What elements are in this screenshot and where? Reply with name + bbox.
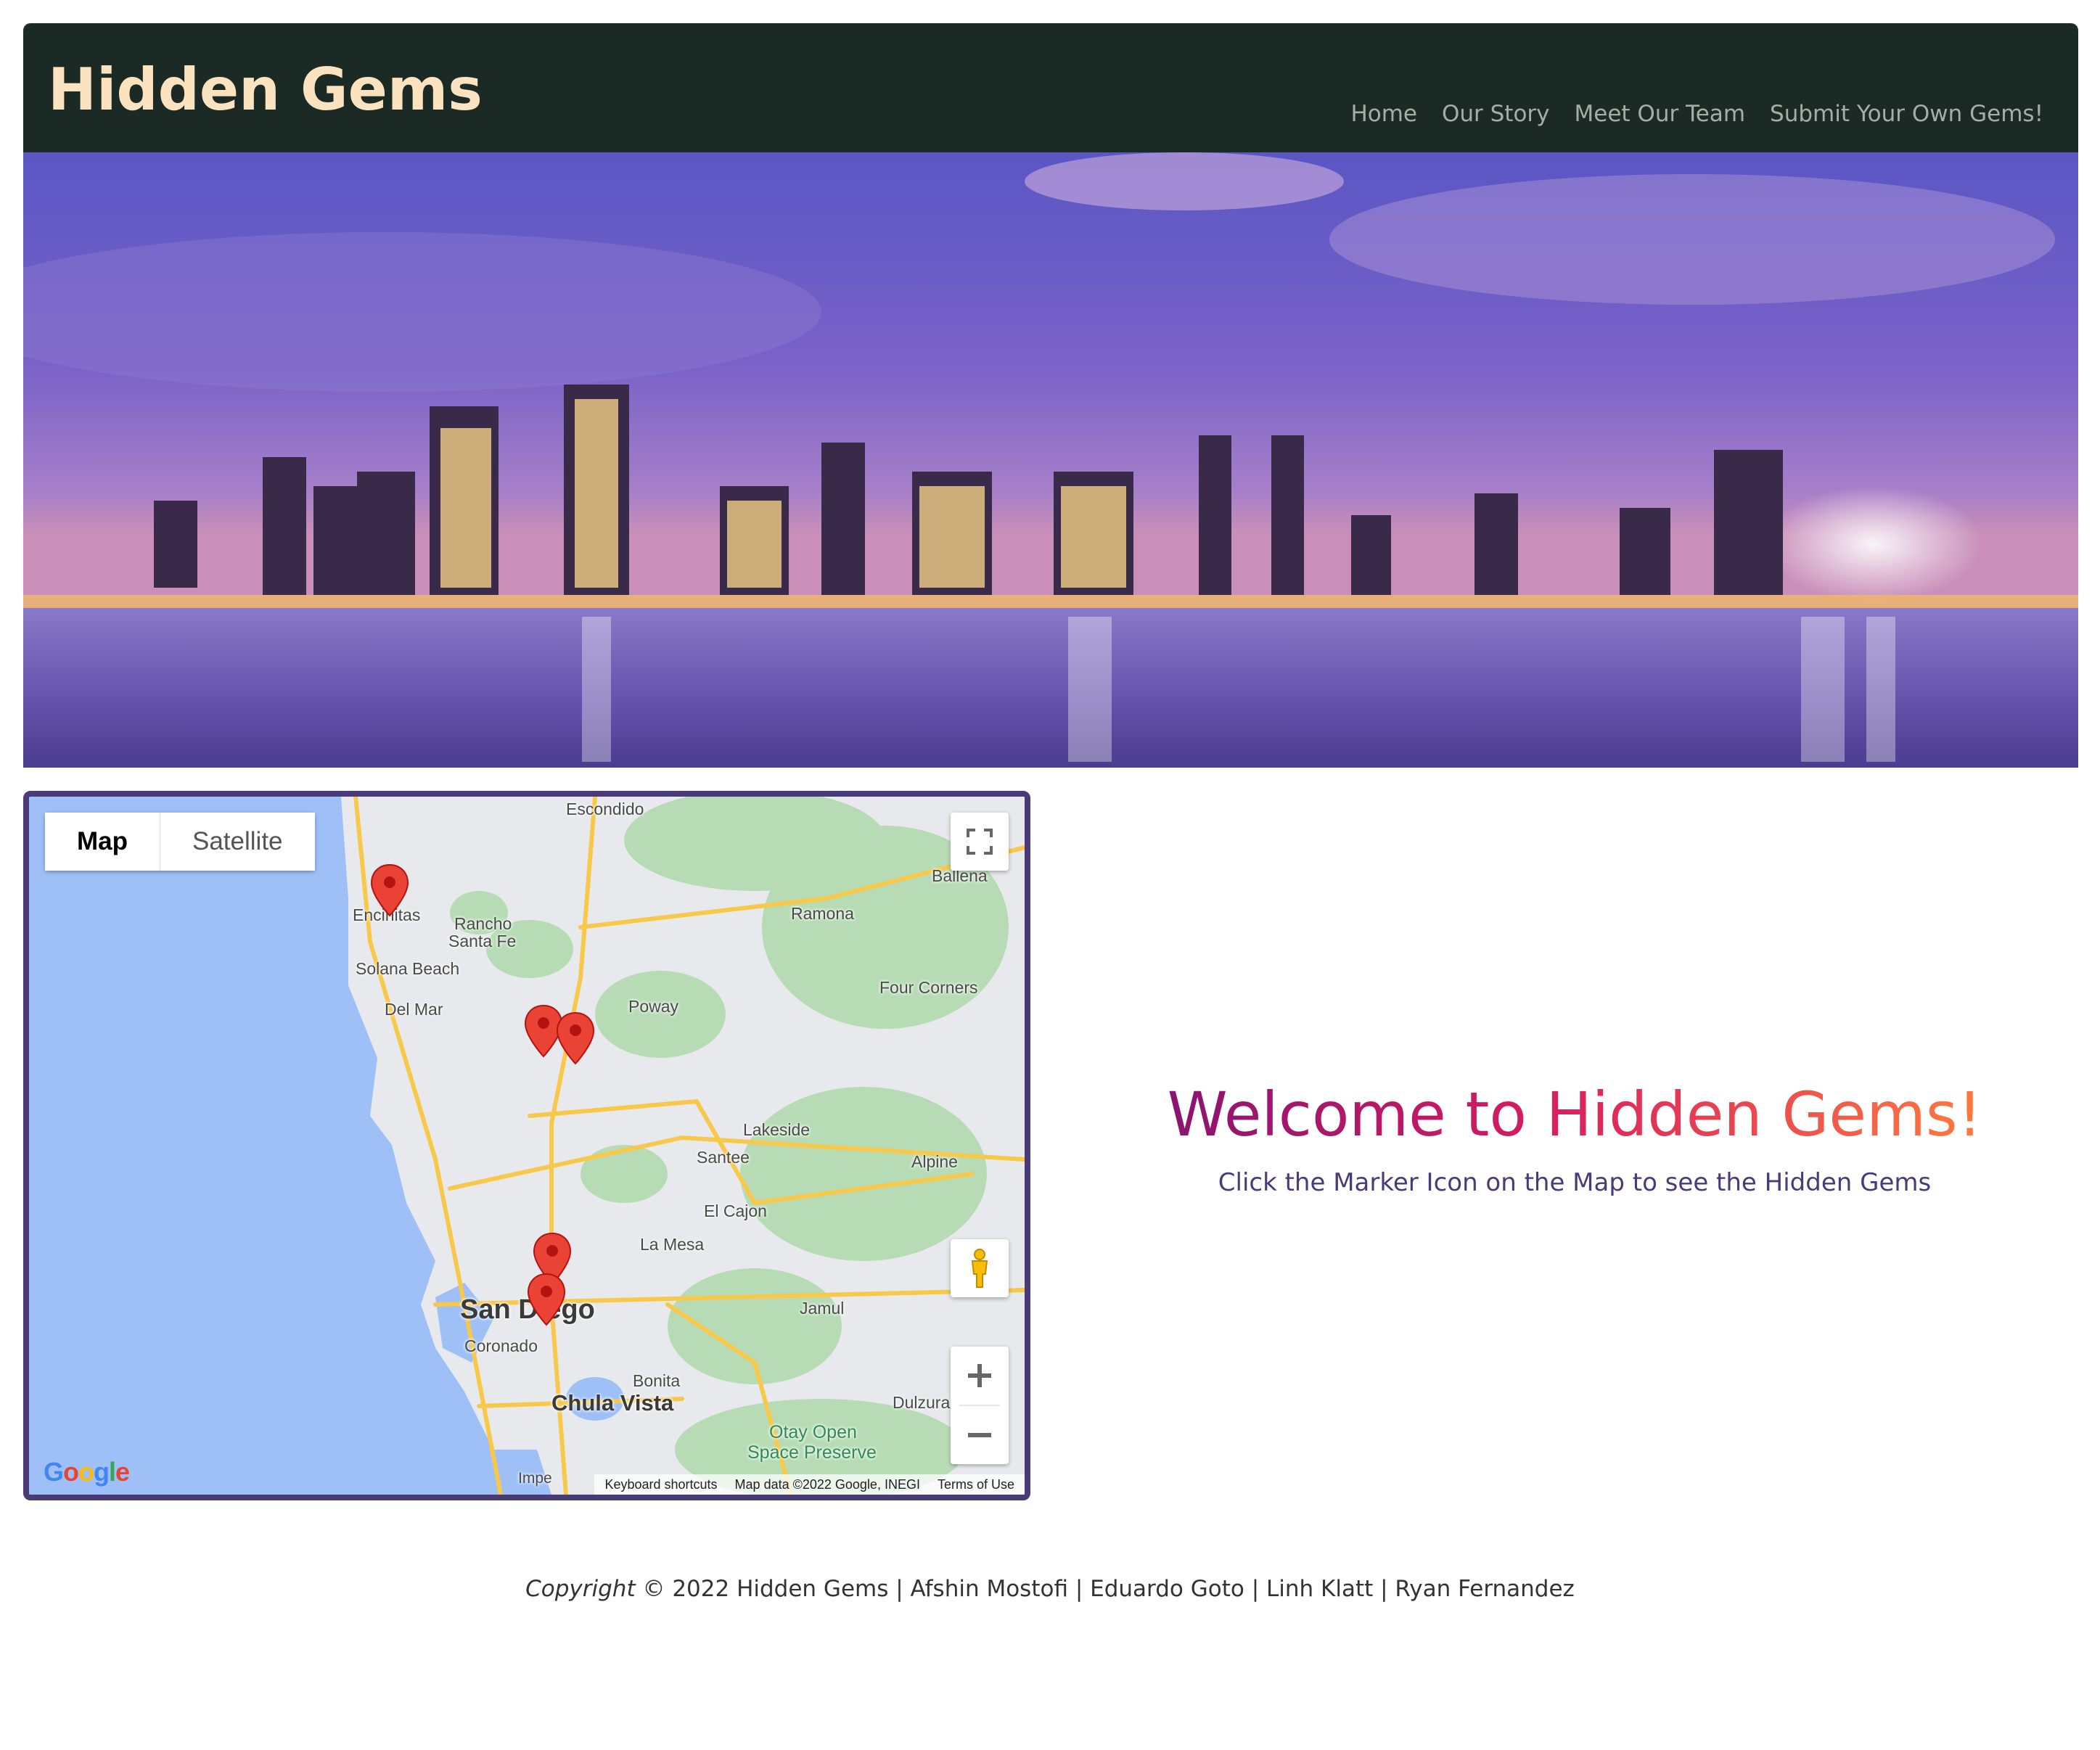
map-label-santee: Santee xyxy=(697,1148,750,1167)
welcome-section: Welcome to Hidden Gems! Click the Marker… xyxy=(1088,1079,2061,1198)
zoom-in-icon xyxy=(968,1364,991,1387)
map-label-alpine: Alpine xyxy=(911,1152,958,1171)
map-label-el-cajon: El Cajon xyxy=(704,1201,767,1220)
map-label-rancho: Rancho xyxy=(454,914,512,933)
map-label-four-corners: Four Corners xyxy=(879,978,978,997)
google-logo[interactable]: Google xyxy=(44,1457,130,1487)
skyline-illustration xyxy=(23,152,2078,768)
map-label-solana-beach: Solana Beach xyxy=(356,959,460,978)
nav-links: Home Our Story Meet Our Team Submit Your… xyxy=(1350,96,2043,132)
pegman-icon xyxy=(971,1249,988,1288)
map-label-space-preserve: Space Preserve xyxy=(747,1442,877,1463)
keyboard-shortcuts-link[interactable]: Keyboard shortcuts xyxy=(604,1477,717,1492)
map-marker-icon[interactable] xyxy=(527,1273,566,1326)
nav-link-meet-our-team[interactable]: Meet Our Team xyxy=(1575,96,1745,132)
nav-link-our-story[interactable]: Our Story xyxy=(1442,96,1550,132)
map-label-la-mesa: La Mesa xyxy=(640,1235,705,1254)
map-label-otay-open: Otay Open xyxy=(769,1422,857,1442)
welcome-subtitle: Click the Marker Icon on the Map to see … xyxy=(1218,1168,1932,1198)
map-label-coronado: Coronado xyxy=(464,1336,538,1355)
terms-of-use-link[interactable]: Terms of Use xyxy=(938,1477,1014,1492)
navbar: Hidden Gems Home Our Story Meet Our Team… xyxy=(23,23,2078,152)
zoom-control xyxy=(951,1347,1009,1464)
map-marker-icon[interactable] xyxy=(556,1011,595,1065)
map-label-lakeside: Lakeside xyxy=(743,1120,811,1139)
fullscreen-button[interactable] xyxy=(951,813,1009,871)
map-label-santa-fe: Santa Fe xyxy=(448,932,517,950)
map-type-control: Map Satellite xyxy=(45,813,315,871)
nav-link-home[interactable]: Home xyxy=(1350,96,1417,132)
map-label-bonita: Bonita xyxy=(633,1371,681,1390)
map-label-escondido: Escondido xyxy=(566,800,644,818)
map-label-poway: Poway xyxy=(628,997,679,1016)
brand-title[interactable]: Hidden Gems xyxy=(48,57,483,123)
map-label-ramona: Ramona xyxy=(791,904,854,923)
hero-skyline-image xyxy=(23,152,2078,768)
map-data-text: Map data ©2022 Google, INEGI xyxy=(734,1476,920,1492)
map-label-jamul: Jamul xyxy=(800,1299,845,1318)
map-type-map-button[interactable]: Map xyxy=(45,813,160,871)
fullscreen-icon xyxy=(967,829,993,855)
zoom-in-button[interactable] xyxy=(951,1347,1009,1405)
google-map[interactable]: Escondido Encinitas Rancho Santa Fe Sola… xyxy=(23,791,1030,1500)
street-view-button[interactable] xyxy=(951,1239,1009,1297)
copyright-text: © 2022 Hidden Gems | Afshin Mostofi | Ed… xyxy=(635,1576,1575,1602)
welcome-title: Welcome to Hidden Gems! xyxy=(1167,1079,1982,1150)
footer: Copyright © 2022 Hidden Gems | Afshin Mo… xyxy=(0,1576,2100,1602)
map-attribution: Keyboard shortcuts Map data ©2022 Google… xyxy=(594,1474,1025,1495)
zoom-out-icon xyxy=(968,1433,991,1437)
map-label-imperial: Impe xyxy=(518,1470,552,1487)
map-tiles[interactable] xyxy=(29,797,1025,1495)
zoom-out-button[interactable] xyxy=(951,1406,1009,1464)
copyright-label: Copyright xyxy=(525,1576,636,1602)
map-label-chula-vista: Chula Vista xyxy=(551,1390,674,1416)
nav-link-submit-gems[interactable]: Submit Your Own Gems! xyxy=(1770,96,2043,132)
map-label-dulzura: Dulzura xyxy=(893,1393,951,1412)
map-label-del-mar: Del Mar xyxy=(385,1000,443,1019)
map-type-satellite-button[interactable]: Satellite xyxy=(160,813,315,871)
map-marker-icon[interactable] xyxy=(370,863,409,917)
